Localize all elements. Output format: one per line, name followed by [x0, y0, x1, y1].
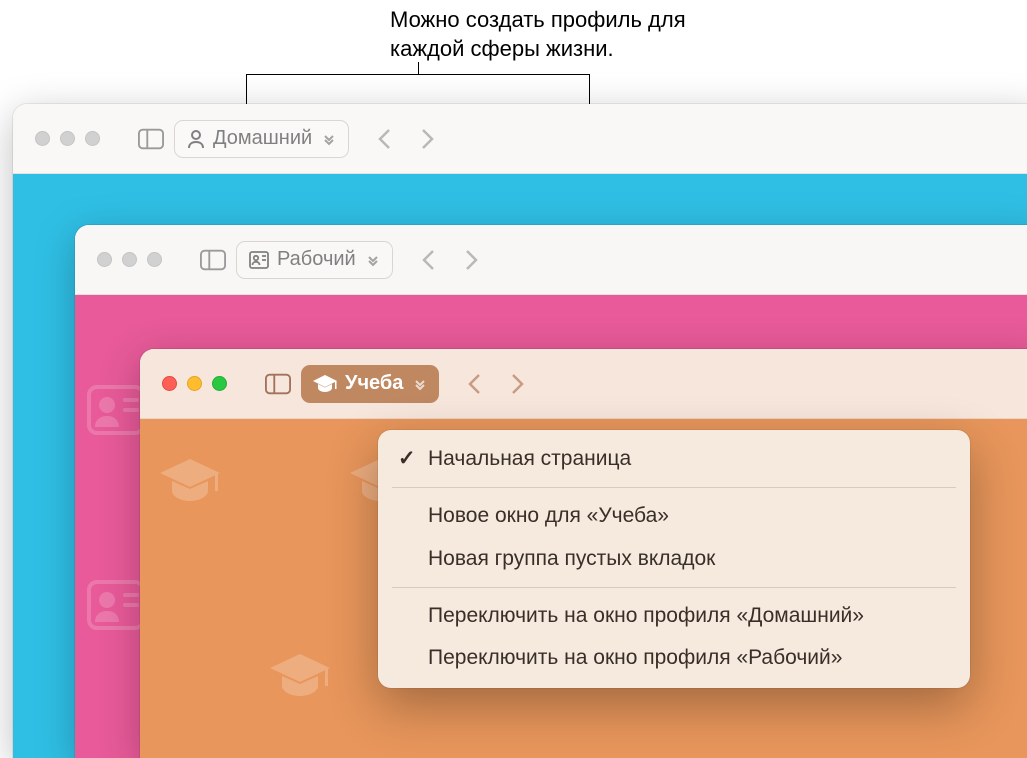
- nav-back-icon[interactable]: [377, 127, 392, 151]
- person-icon: [187, 129, 205, 149]
- toolbar: Домашний: [13, 104, 1027, 174]
- profile-label: Домашний: [213, 127, 312, 150]
- watermark-row: [87, 385, 145, 435]
- nav-forward-icon[interactable]: [510, 372, 525, 396]
- callout-bracket: [246, 74, 590, 104]
- close-button[interactable]: [162, 376, 177, 391]
- annotation-text: Можно создать профиль для каждой сферы ж…: [390, 6, 790, 63]
- nav-arrows: [421, 248, 479, 272]
- profile-label: Рабочий: [277, 248, 356, 271]
- menu-item-new-window[interactable]: Новое окно для «Учеба»: [378, 495, 970, 537]
- menu-item-switch-work[interactable]: Переключить на окно профиля «Рабочий»: [378, 637, 970, 679]
- chevron-down-icon: [366, 253, 380, 267]
- graduation-cap-icon: [313, 375, 337, 393]
- close-button[interactable]: [97, 252, 112, 267]
- menu-item-new-tabgroup[interactable]: Новая группа пустых вкладок: [378, 538, 970, 580]
- sidebar-toggle-icon[interactable]: [138, 129, 164, 149]
- nav-back-icon[interactable]: [421, 248, 436, 272]
- maximize-button[interactable]: [212, 376, 227, 391]
- profile-selector[interactable]: Учеба: [301, 365, 439, 403]
- profile-selector[interactable]: Рабочий: [236, 241, 393, 279]
- nav-forward-icon[interactable]: [420, 127, 435, 151]
- callout-line: [418, 62, 419, 74]
- close-button[interactable]: [35, 131, 50, 146]
- annotation-line: Можно создать профиль для: [390, 7, 686, 32]
- nav-arrows: [467, 372, 525, 396]
- id-card-icon: [249, 251, 269, 269]
- minimize-button[interactable]: [60, 131, 75, 146]
- window-controls[interactable]: [162, 376, 227, 391]
- minimize-button[interactable]: [187, 376, 202, 391]
- menu-item-switch-home[interactable]: Переключить на окно профиля «Домашний»: [378, 595, 970, 637]
- toolbar: Рабочий: [75, 225, 1027, 295]
- maximize-button[interactable]: [85, 131, 100, 146]
- nav-forward-icon[interactable]: [464, 248, 479, 272]
- toolbar: Учеба: [140, 349, 1027, 419]
- profile-selector[interactable]: Домашний: [174, 120, 349, 158]
- window-controls[interactable]: [97, 252, 162, 267]
- menu-item-start-page[interactable]: Начальная страница: [378, 438, 970, 480]
- menu-separator: [392, 587, 956, 588]
- sidebar-toggle-icon[interactable]: [265, 374, 291, 394]
- chevron-down-icon: [413, 377, 427, 391]
- maximize-button[interactable]: [147, 252, 162, 267]
- watermark-row: [270, 654, 330, 702]
- nav-arrows: [377, 127, 435, 151]
- nav-back-icon[interactable]: [467, 372, 482, 396]
- sidebar-toggle-icon[interactable]: [200, 250, 226, 270]
- menu-separator: [392, 487, 956, 488]
- watermark-row: [87, 580, 145, 630]
- profile-label: Учеба: [345, 372, 403, 395]
- profile-dropdown-menu: Начальная страница Новое окно для «Учеба…: [378, 430, 970, 688]
- window-controls[interactable]: [35, 131, 100, 146]
- annotation-line: каждой сферы жизни.: [390, 36, 614, 61]
- minimize-button[interactable]: [122, 252, 137, 267]
- watermark-row: [160, 459, 410, 507]
- chevron-down-icon: [322, 132, 336, 146]
